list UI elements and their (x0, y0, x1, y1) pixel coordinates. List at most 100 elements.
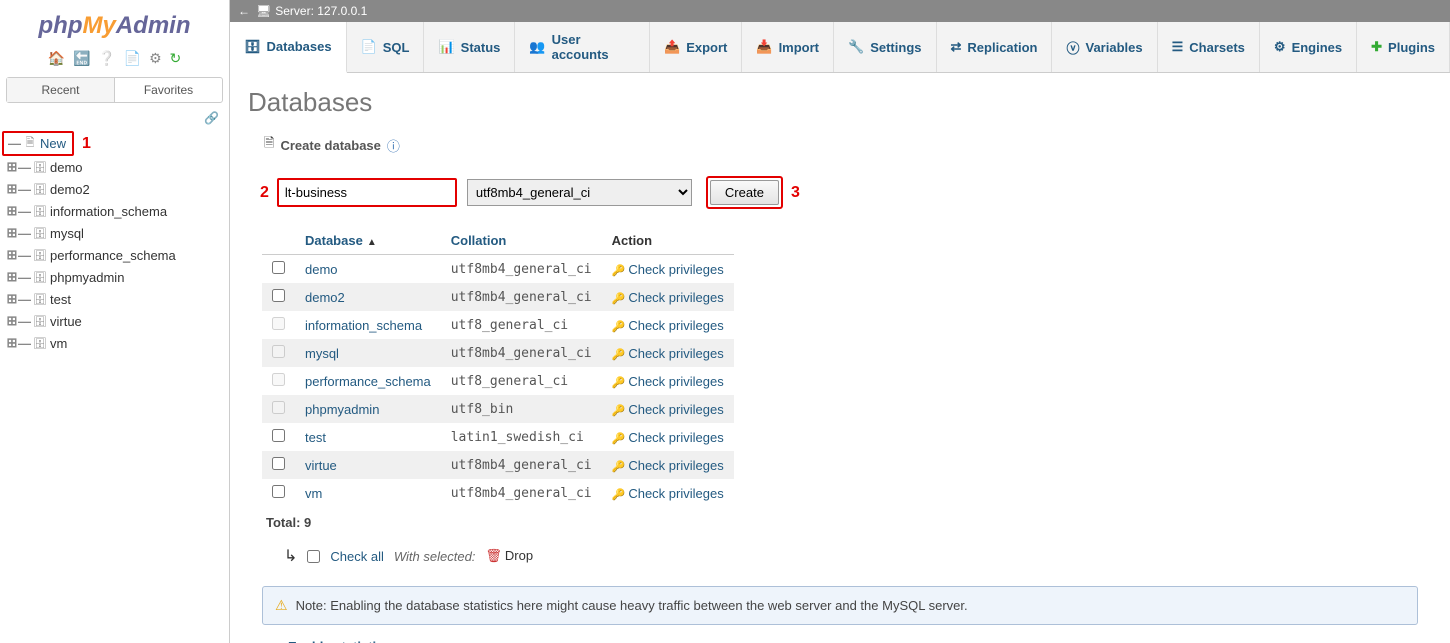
tab-replication[interactable]: ⇄Replication (937, 22, 1053, 72)
expand-icon[interactable]: ⊞ (6, 247, 18, 263)
link-icon[interactable]: 🔗 (204, 111, 219, 125)
privileges-icon: 🔑 (612, 377, 626, 389)
tree-new[interactable]: — 🗎 New (2, 131, 74, 156)
tab-recent[interactable]: Recent (7, 78, 114, 102)
tree-item[interactable]: ⊞—🗄performance_schema (2, 244, 227, 266)
db-name-link[interactable]: test (305, 430, 326, 445)
check-privileges-link[interactable]: 🔑Check privileges (612, 430, 724, 445)
tab-status[interactable]: 📊Status (424, 22, 515, 72)
expand-icon[interactable]: ⊞ (6, 313, 18, 329)
tab-import[interactable]: 📥Import (742, 22, 834, 72)
tree-item[interactable]: ⊞—🗄vm (2, 332, 227, 354)
tree-item[interactable]: ⊞—🗄demo2 (2, 178, 227, 200)
tab-favorites[interactable]: Favorites (114, 78, 222, 102)
expand-icon[interactable]: ⊞ (6, 269, 18, 285)
row-checkbox[interactable] (272, 261, 285, 274)
row-checkbox[interactable] (272, 429, 285, 442)
privileges-icon: 🔑 (612, 489, 626, 501)
row-checkbox[interactable] (272, 289, 285, 302)
db-name-link[interactable]: demo (305, 262, 338, 277)
docs-icon[interactable]: ❔ (98, 50, 115, 67)
col-action: Action (602, 227, 734, 255)
dbname-input[interactable] (277, 178, 457, 207)
export-icon: 📤 (664, 39, 680, 55)
tree-item[interactable]: ⊞—🗄information_schema (2, 200, 227, 222)
tab-charsets[interactable]: ☰Charsets (1158, 22, 1260, 72)
tree-item[interactable]: ⊞—🗄test (2, 288, 227, 310)
tree-item[interactable]: ⊞—🗄mysql (2, 222, 227, 244)
row-collation: latin1_swedish_ci (441, 423, 602, 451)
col-database[interactable]: Database▲ (295, 227, 441, 255)
row-checkbox[interactable] (272, 485, 285, 498)
check-privileges-link[interactable]: 🔑Check privileges (612, 402, 724, 417)
check-privileges-link[interactable]: 🔑Check privileges (612, 374, 724, 389)
logo-toolbar: 🏠 🔚 ❔ 📄 ⚙ ↻ (0, 46, 229, 77)
db-name-link[interactable]: virtue (305, 458, 337, 473)
tree-line-icon: — (18, 204, 30, 219)
reload-icon[interactable]: ↻ (170, 50, 182, 67)
table-row: mysqlutf8mb4_general_ci🔑Check privileges (262, 339, 734, 367)
row-collation: utf8mb4_general_ci (441, 283, 602, 311)
col-collation[interactable]: Collation (441, 227, 602, 255)
expand-icon[interactable]: ⊞ (6, 159, 18, 175)
expand-icon[interactable]: ⊞ (6, 203, 18, 219)
check-all-box[interactable] (307, 550, 320, 563)
tree-line-icon: — (18, 314, 30, 329)
db-name-link[interactable]: information_schema (305, 318, 422, 333)
tab-engines[interactable]: ⚙Engines (1260, 22, 1357, 72)
check-privileges-link[interactable]: 🔑Check privileges (612, 318, 724, 333)
tree-line-icon: — (18, 226, 30, 241)
home-icon[interactable]: 🏠 (48, 50, 65, 67)
callout-1: 1 (74, 135, 99, 153)
help-icon[interactable]: ⓘ (387, 136, 400, 155)
db-name-link[interactable]: mysql (305, 346, 339, 361)
tree-item[interactable]: ⊞—🗄demo (2, 156, 227, 178)
sql-icon[interactable]: 📄 (124, 50, 141, 67)
logout-icon[interactable]: 🔚 (73, 50, 90, 67)
check-all-link[interactable]: Check all (330, 549, 383, 564)
tab-sql[interactable]: 📄SQL (347, 22, 425, 72)
tree-item-label: demo (50, 160, 83, 175)
check-privileges-link[interactable]: 🔑Check privileges (612, 262, 724, 277)
tab-databases[interactable]: 🗄Databases (230, 22, 347, 73)
collation-select[interactable]: utf8mb4_general_ci (467, 179, 692, 206)
tab-settings[interactable]: 🔧Settings (834, 22, 936, 72)
create-button[interactable]: Create (710, 180, 779, 205)
logo[interactable]: phpMyAdmin (0, 6, 229, 46)
row-checkbox[interactable] (272, 457, 285, 470)
enable-statistics-link[interactable]: Enable statistics (288, 635, 1432, 643)
expand-icon[interactable]: ⊞ (6, 225, 18, 241)
settings-icon[interactable]: ⚙ (149, 50, 162, 67)
databases-icon: 🗄 (244, 39, 261, 55)
callout-2: 2 (252, 184, 277, 202)
db-name-link[interactable]: vm (305, 486, 322, 501)
tab-export[interactable]: 📤Export (650, 22, 742, 72)
tree-item[interactable]: ⊞—🗄phpmyadmin (2, 266, 227, 288)
sidebar-tabs: Recent Favorites (6, 77, 223, 103)
expand-icon[interactable]: ⊞ (6, 335, 18, 351)
collapse-sidebar-icon[interactable]: ← (238, 4, 250, 18)
drop-link[interactable]: 🗑Drop (485, 548, 533, 564)
database-icon: 🗄 (32, 337, 48, 350)
tree-item[interactable]: ⊞—🗄virtue (2, 310, 227, 332)
plugins-icon: ✚ (1371, 39, 1382, 55)
tree-item-label: performance_schema (50, 248, 176, 263)
tree-item-label: mysql (50, 226, 84, 241)
tab-plugins[interactable]: ✚Plugins (1357, 22, 1450, 72)
create-db-heading: 🗎 Create database ⓘ (264, 134, 1432, 156)
check-privileges-link[interactable]: 🔑Check privileges (612, 290, 724, 305)
expand-icon[interactable]: ⊞ (6, 291, 18, 307)
create-db-icon: 🗎 (264, 134, 274, 156)
db-name-link[interactable]: demo2 (305, 290, 345, 305)
check-privileges-link[interactable]: 🔑Check privileges (612, 346, 724, 361)
tab-users[interactable]: 👥User accounts (515, 22, 650, 72)
server-label[interactable]: Server: 127.0.0.1 (275, 4, 367, 18)
tab-variables[interactable]: ⓥVariables (1052, 22, 1157, 72)
check-privileges-link[interactable]: 🔑Check privileges (612, 486, 724, 501)
tree-new-label: New (40, 136, 66, 151)
db-name-link[interactable]: performance_schema (305, 374, 431, 389)
privileges-icon: 🔑 (612, 265, 626, 277)
check-privileges-link[interactable]: 🔑Check privileges (612, 458, 724, 473)
db-name-link[interactable]: phpmyadmin (305, 402, 379, 417)
expand-icon[interactable]: ⊞ (6, 181, 18, 197)
